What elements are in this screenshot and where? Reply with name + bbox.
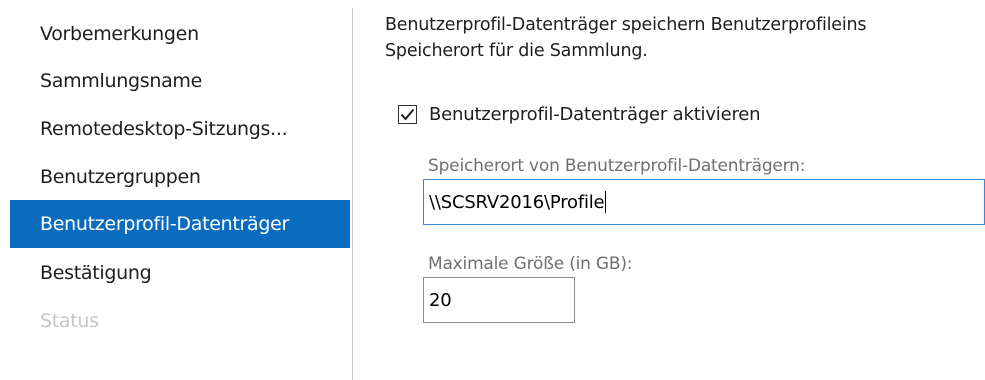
content-panel: Benutzerprofil-Datenträger speichern Ben… (385, 0, 985, 380)
wizard-page: Vorbemerkungen Sammlungsname Remotedeskt… (0, 0, 985, 380)
nav-item-vorbemerkungen[interactable]: Vorbemerkungen (0, 10, 350, 58)
wizard-navigation: Vorbemerkungen Sammlungsname Remotedeskt… (0, 0, 352, 380)
description-line-1: Benutzerprofil-Datenträger speichern Ben… (385, 15, 867, 35)
checkbox-box[interactable] (398, 105, 417, 124)
enable-upd-checkbox[interactable]: Benutzerprofil-Datenträger aktivieren (398, 104, 761, 125)
nav-item-bestaetigung[interactable]: Bestätigung (0, 249, 350, 297)
nav-item-sammlungsname[interactable]: Sammlungsname (0, 57, 350, 105)
nav-item-benutzerprofil-datentraeger[interactable]: Benutzerprofil-Datenträger (10, 200, 350, 248)
text-caret (605, 191, 607, 213)
checkbox-label: Benutzerprofil-Datenträger aktivieren (429, 104, 761, 125)
description-line-2: Speicherort für die Sammlung. (385, 41, 648, 61)
nav-item-remotedesktop-sitzungshost[interactable]: Remotedesktop-Sitzungs... (0, 105, 350, 153)
checkmark-icon (400, 108, 415, 121)
nav-item-benutzergruppen[interactable]: Benutzergruppen (0, 153, 350, 201)
location-input[interactable]: \\SCSRV2016\Profile (423, 179, 985, 225)
location-input-value: \\SCSRV2016\Profile (429, 191, 605, 213)
description-text: Benutzerprofil-Datenträger speichern Ben… (385, 12, 985, 64)
size-input-value: 20 (429, 289, 452, 311)
nav-divider (352, 8, 353, 380)
size-field-label: Maximale Größe (in GB): (428, 254, 633, 274)
nav-item-status: Status (40, 310, 99, 332)
location-field-label: Speicherort von Benutzerprofil-Datenträg… (428, 156, 806, 176)
size-input[interactable]: 20 (423, 277, 575, 323)
